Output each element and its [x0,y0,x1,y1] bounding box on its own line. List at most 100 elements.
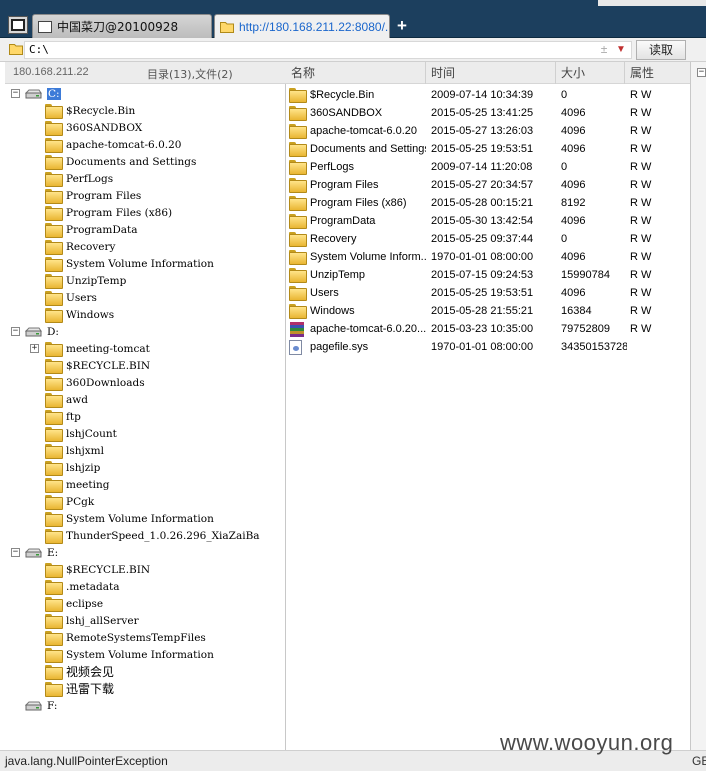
folder-icon [45,308,63,323]
table-row[interactable]: Recovery 2015-05-25 09:37:44 0 R W [286,230,690,248]
tree-label: RemoteSystemsTempFiles [66,631,206,644]
collapse-icon[interactable]: − [11,548,20,557]
tree-label: apache-tomcat-6.0.20 [66,138,182,151]
drive-icon [24,88,42,100]
table-row[interactable]: apache-tomcat-6.0.20 2015-05-27 13:26:03 4… [286,122,690,140]
tree-drive-c[interactable]: − C: [11,85,61,102]
tree-folder[interactable]: Users [45,289,97,306]
tree-drive-e[interactable]: − E: [11,544,58,561]
file-attributes: R W [630,305,652,317]
table-row[interactable]: Users 2015-05-25 19:53:51 4096 R W [286,284,690,302]
tree-folder[interactable]: lshjxml [45,442,104,459]
tree-drive-d[interactable]: − D: [11,323,59,340]
tree-folder[interactable]: ftp [45,408,81,425]
table-row[interactable]: System Volume Inform... 1970-01-01 08:00:… [286,248,690,266]
tab-label: 中国菜刀@20100928 [57,20,179,34]
column-name[interactable]: 名称 [286,62,426,84]
file-time: 2015-05-27 13:26:03 [431,125,534,137]
file-name: apache-tomcat-6.0.20.... [310,323,426,335]
file-name: System Volume Inform... [310,251,426,263]
file-size: 4096 [561,179,586,191]
new-tab-button[interactable]: + [394,16,410,36]
window-layout-icon[interactable] [8,16,28,34]
folder-icon [45,393,63,408]
tree-label: Program Files (x86) [66,206,173,219]
table-row[interactable]: pagefile.sys 1970-01-01 08:00:00 343501537… [286,338,690,356]
tree-folder[interactable]: 360SANDBOX [45,119,142,136]
tree-folder[interactable]: System Volume Information [45,255,214,272]
tree-folder[interactable]: $Recycle.Bin [45,102,135,119]
table-row[interactable]: Program Files 2015-05-27 20:34:57 4096 R W [286,176,690,194]
column-size[interactable]: 大小 [556,62,625,84]
tree-folder[interactable]: lshjCount [45,425,117,442]
tree-folder[interactable]: RemoteSystemsTempFiles [45,629,206,646]
table-row[interactable]: 360SANDBOX 2015-05-25 13:41:25 4096 R W [286,104,690,122]
tree-folder[interactable]: Windows [45,306,114,323]
tree-folder[interactable]: System Volume Information [45,646,214,663]
tree-folder[interactable]: Recovery [45,238,115,255]
table-row[interactable]: $Recycle.Bin 2009-07-14 10:34:39 0 R W [286,86,690,104]
collapse-icon[interactable]: − [697,68,706,77]
folder-icon [45,206,63,221]
tree-folder[interactable]: eclipse [45,595,103,612]
tree-folder[interactable]: PerfLogs [45,170,113,187]
folder-icon [289,88,307,103]
table-row[interactable]: Documents and Settings 2015-05-25 19:53:5… [286,140,690,158]
tree-label: System Volume Information [66,257,214,270]
tree-folder[interactable]: PCgk [45,493,94,510]
tree-folder[interactable]: Program Files [45,187,141,204]
tree-folder[interactable]: $RECYCLE.BIN [45,561,150,578]
tree-folder[interactable]: 360Downloads [45,374,145,391]
tree-drive-f[interactable]: F: [11,697,57,714]
tree-folder[interactable]: 视频会见 [45,663,114,680]
folder-icon [45,648,63,663]
chevron-down-icon[interactable]: ▼ [614,42,628,58]
tab-file-manager[interactable]: http://180.168.211.22:8080/... [214,14,390,38]
tree-folder[interactable]: ProgramData [45,221,138,238]
tree-folder[interactable]: meeting [45,476,109,493]
tree-folder[interactable]: $RECYCLE.BIN [45,357,150,374]
folder-icon [45,631,63,646]
tree-folder[interactable]: ThunderSpeed_1.0.26.296_XiaZaiBa [45,527,260,544]
expand-icon[interactable]: + [30,344,39,353]
tree-label: 360Downloads [66,376,145,389]
file-time: 2015-07-15 09:24:53 [431,269,534,281]
collapse-icon[interactable]: − [11,327,20,336]
tree-folder[interactable]: UnzipTemp [45,272,126,289]
tree-folder[interactable]: + meeting-tomcat [30,340,150,357]
collapse-icon[interactable]: − [11,89,20,98]
file-size: 15990784 [561,269,610,281]
folder-icon [45,427,63,442]
tree-folder[interactable]: lshjzip [45,459,100,476]
tab-home[interactable]: 中国菜刀@20100928 [32,14,212,38]
tree-folder[interactable]: awd [45,391,88,408]
folder-icon [45,665,63,680]
table-row[interactable]: PerfLogs 2009-07-14 11:20:08 0 R W [286,158,690,176]
tree-folder[interactable]: Documents and Settings [45,153,196,170]
file-attributes: R W [630,89,652,101]
table-row[interactable]: ProgramData 2015-05-30 13:42:54 4096 R W [286,212,690,230]
tree-folder[interactable]: 迅雷下载 [45,680,114,697]
tree-folder[interactable]: lshj_allServer [45,612,139,629]
table-row[interactable]: UnzipTemp 2015-07-15 09:24:53 15990784 R W [286,266,690,284]
file-attributes: R W [630,179,652,191]
table-row[interactable]: Program Files (x86) 2015-05-28 00:15:21 81… [286,194,690,212]
tree-folder[interactable]: apache-tomcat-6.0.20 [45,136,181,153]
column-time[interactable]: 时间 [426,62,556,84]
tree-label: awd [66,393,88,406]
system-file-icon [289,340,302,355]
table-row[interactable]: apache-tomcat-6.0.20.... 2015-03-23 10:35… [286,320,690,338]
folder-icon [45,461,63,476]
table-row[interactable]: Windows 2015-05-28 21:55:21 16384 R W [286,302,690,320]
column-attributes[interactable]: 属性 [625,62,690,84]
tree-folder[interactable]: .metadata [45,578,119,595]
tree-folder[interactable]: System Volume Information [45,510,214,527]
folder-icon [289,160,307,175]
file-name: Program Files [310,179,379,191]
folder-icon [289,196,307,211]
tree-folder[interactable]: Program Files (x86) [45,204,172,221]
folder-icon [45,342,63,357]
read-button[interactable]: 读取 [636,40,686,60]
file-list-pane: 名称 时间 大小 属性 $Recycle.Bin 2009-07-14 10:34… [286,62,690,750]
path-input[interactable]: C:\ [24,41,632,59]
